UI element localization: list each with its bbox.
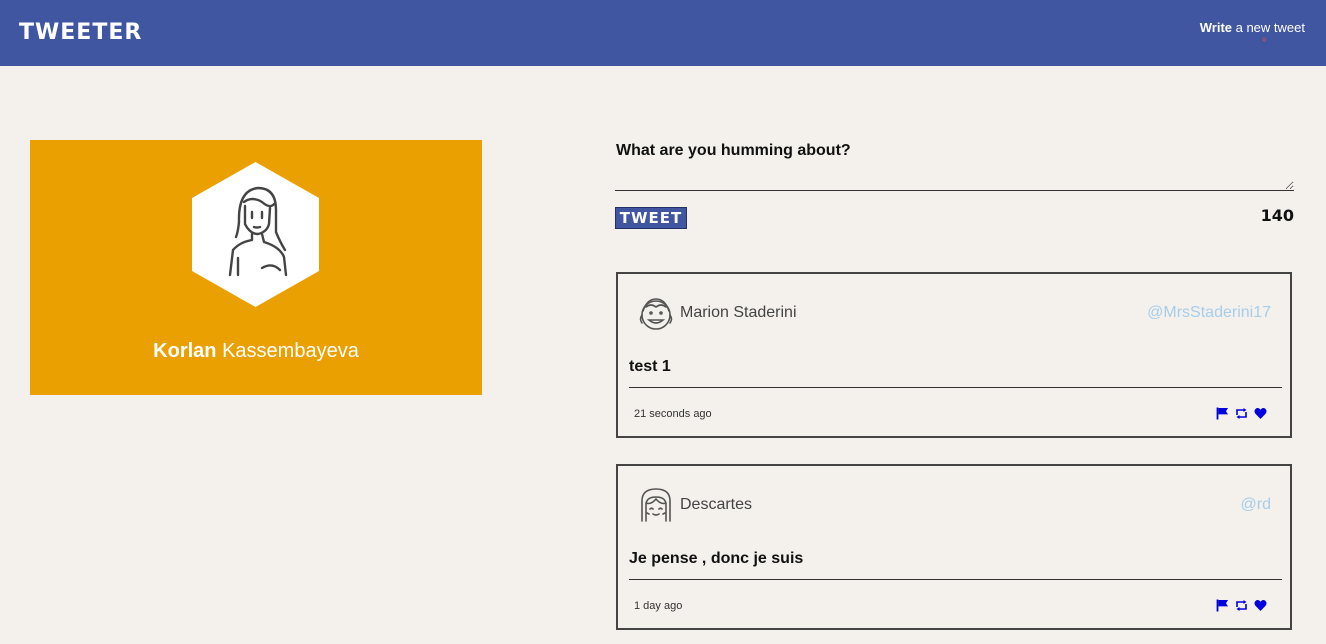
chevron-down-icon[interactable]: » [1260, 37, 1270, 42]
tweet-divider [629, 387, 1282, 388]
tweet-author-name: Marion Staderini [680, 304, 797, 321]
tweet-actions [1216, 407, 1267, 420]
compose-tweet-form: What are you humming about? TWEET 140 [615, 140, 1294, 229]
avatar [641, 488, 671, 522]
flag-icon[interactable] [1216, 407, 1229, 420]
retweet-icon[interactable] [1235, 407, 1248, 420]
character-counter: 140 [1260, 206, 1294, 225]
tweet-divider [629, 579, 1282, 580]
profile-first-name: Korlan [153, 340, 217, 362]
compose-link-rest: a new tweet [1232, 20, 1305, 35]
top-navbar: TWEETER Write a new tweet » [0, 0, 1326, 66]
brand-logo[interactable]: TWEETER [19, 20, 142, 45]
heart-icon[interactable] [1254, 599, 1267, 612]
write-new-tweet-link[interactable]: Write a new tweet » [1199, 20, 1305, 42]
tweet-content: test 1 [629, 358, 671, 375]
profile-name: Korlan Kassembayeva [30, 340, 482, 363]
tweet-timestamp: 1 day ago [634, 600, 683, 612]
tweet-timestamp: 21 seconds ago [634, 408, 712, 420]
avatar [639, 298, 673, 330]
tweet-content: Je pense , donc je suis [629, 550, 804, 567]
profile-last-name: Kassembayeva [222, 340, 359, 362]
tweet-author-name: Descartes [680, 496, 753, 513]
tweet-actions [1216, 599, 1267, 612]
tweet-card: Marion Staderini @MrsStaderini17 test 1 … [616, 272, 1292, 438]
tweet-button[interactable]: TWEET [615, 207, 687, 229]
tweet-author-handle: @MrsStaderini17 [1147, 304, 1271, 321]
compose-link-bold: Write [1199, 20, 1232, 35]
tweet-textarea[interactable] [615, 166, 1294, 191]
compose-label: What are you humming about? [616, 142, 851, 159]
heart-icon[interactable] [1254, 407, 1267, 420]
profile-avatar [192, 162, 319, 307]
tweet-author-handle: @rd [1240, 496, 1271, 513]
retweet-icon[interactable] [1235, 599, 1248, 612]
profile-card: Korlan Kassembayeva [30, 140, 482, 395]
tweet-card: Descartes @rd Je pense , donc je suis 1 … [616, 464, 1292, 630]
flag-icon[interactable] [1216, 599, 1229, 612]
